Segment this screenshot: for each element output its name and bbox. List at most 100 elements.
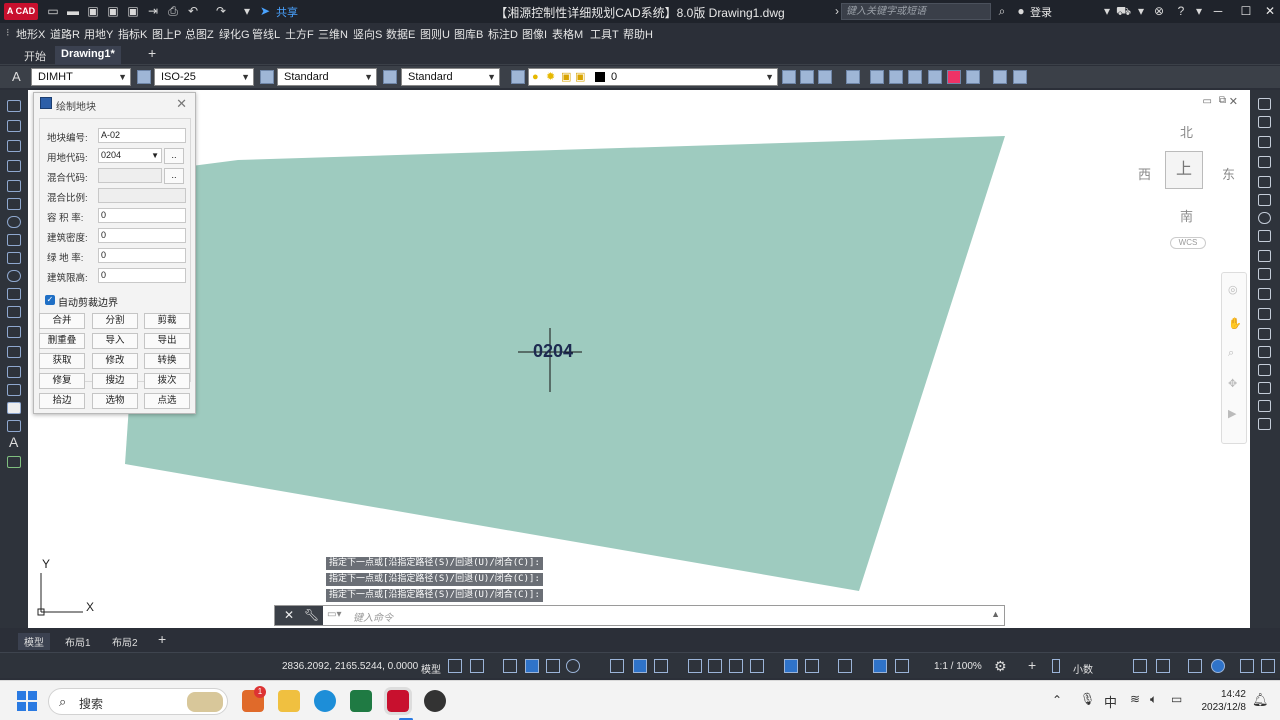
- select-object-button[interactable]: 选物: [92, 393, 138, 409]
- pdf-icon[interactable]: [947, 70, 961, 84]
- 3d-osnap-icon[interactable]: [729, 659, 743, 673]
- system-clock[interactable]: 14:42 2023/12/8: [1198, 688, 1247, 714]
- menu-item[interactable]: 帮助H: [623, 26, 653, 42]
- close-icon[interactable]: ✕: [284, 608, 294, 622]
- block-icon[interactable]: [846, 70, 860, 84]
- print-icon[interactable]: ⎙: [166, 4, 180, 18]
- far-input[interactable]: 0: [98, 208, 186, 223]
- share-icon[interactable]: ➤: [258, 4, 272, 18]
- layer-tool-icon[interactable]: [782, 70, 796, 84]
- menu-item[interactable]: 图上P: [152, 26, 181, 42]
- windows-start-icon[interactable]: [17, 691, 37, 711]
- quick-properties-icon[interactable]: [1133, 659, 1147, 673]
- transparency-icon[interactable]: [688, 659, 702, 673]
- login-link[interactable]: 登录: [1030, 4, 1052, 20]
- publish-icon[interactable]: [1013, 70, 1027, 84]
- screen-recorder-icon[interactable]: [424, 690, 446, 712]
- units-select[interactable]: 小数: [1073, 661, 1093, 676]
- dynamic-input-icon[interactable]: [503, 659, 517, 673]
- menu-item[interactable]: 图库B: [454, 26, 483, 42]
- arc-icon[interactable]: [7, 198, 21, 210]
- pick-edge-button[interactable]: 拾边: [39, 393, 85, 409]
- dim-icon[interactable]: [137, 70, 151, 84]
- add-layout-button[interactable]: +: [158, 631, 166, 647]
- dim-style-select[interactable]: DIMHT ▼: [31, 68, 131, 86]
- recent-commands-icon[interactable]: ▭▾: [327, 609, 341, 620]
- annotation-visibility-icon[interactable]: [838, 659, 852, 673]
- auto-clip-checkbox[interactable]: ✓: [45, 295, 55, 305]
- open-file-icon[interactable]: ▬: [66, 4, 80, 18]
- gear-icon[interactable]: ⚙: [994, 658, 1007, 675]
- object-snap-tracking-icon[interactable]: [610, 659, 624, 673]
- viewport-restore-icon[interactable]: ⧉: [1219, 95, 1226, 106]
- annotation-scale-icon[interactable]: [873, 659, 887, 673]
- units-icon[interactable]: [1052, 659, 1060, 673]
- hatch-icon[interactable]: [7, 366, 21, 378]
- ortho-icon[interactable]: [525, 659, 539, 673]
- save-web-icon[interactable]: ▣: [126, 4, 140, 18]
- notification-bell-icon[interactable]: 🔔︎: [1252, 692, 1269, 708]
- chevron-up-icon[interactable]: ⌃: [1052, 693, 1062, 707]
- pan-icon[interactable]: ✋: [1228, 317, 1242, 330]
- text-style-icon[interactable]: A: [12, 69, 21, 84]
- maximize-icon[interactable]: ☐: [1238, 3, 1254, 19]
- customization-icon[interactable]: [1188, 659, 1202, 673]
- clip-button[interactable]: 剪裁: [144, 313, 190, 329]
- orbit-icon[interactable]: ✥: [1228, 377, 1237, 390]
- battery-icon[interactable]: ▭: [1171, 692, 1182, 706]
- dynamic-ucs-icon[interactable]: [750, 659, 764, 673]
- polar-icon[interactable]: [546, 659, 560, 673]
- redo-icon[interactable]: ↷: [214, 4, 228, 18]
- ime-indicator[interactable]: 中: [1104, 692, 1117, 711]
- chevron-up-icon[interactable]: ▲: [991, 609, 1000, 619]
- showmotion-icon[interactable]: ▶: [1228, 407, 1236, 420]
- file-explorer-icon[interactable]: [278, 690, 300, 712]
- lineweight-icon[interactable]: [654, 659, 668, 673]
- building-density-input[interactable]: 0: [98, 228, 186, 243]
- table-style-select[interactable]: Standard ▼: [401, 68, 500, 86]
- circle-icon[interactable]: [7, 216, 21, 228]
- remove-overlap-button[interactable]: 删重叠: [39, 333, 85, 349]
- compass-west[interactable]: 西: [1138, 164, 1151, 183]
- insert-block-icon[interactable]: [7, 306, 21, 318]
- add-selected-icon[interactable]: [7, 456, 21, 468]
- dropdown-icon[interactable]: ▾: [1192, 4, 1206, 18]
- tab-start[interactable]: 开始: [18, 46, 52, 65]
- image-icon[interactable]: [966, 70, 980, 84]
- help-search-input[interactable]: 键入关键字或短语: [841, 3, 991, 20]
- table-style-icon[interactable]: [260, 70, 274, 84]
- coordinates-readout[interactable]: 2836.2092, 2165.5244, 0.0000: [282, 661, 418, 672]
- dropdown-icon[interactable]: ▾: [1134, 4, 1148, 18]
- compass-east[interactable]: 东: [1222, 164, 1235, 183]
- dropdown-icon[interactable]: ▾: [240, 4, 254, 18]
- spline-icon[interactable]: [7, 252, 21, 264]
- rotate-icon[interactable]: [1258, 212, 1271, 224]
- tab-model[interactable]: 模型: [18, 633, 50, 650]
- mirror-icon[interactable]: [1258, 136, 1271, 148]
- dropdown-icon[interactable]: ▾: [1100, 4, 1114, 18]
- copy-icon[interactable]: [1258, 116, 1271, 128]
- menu-item[interactable]: 道路R: [50, 26, 80, 42]
- scale-icon[interactable]: [1258, 230, 1271, 242]
- object-snap-icon[interactable]: [633, 659, 647, 673]
- menu-item[interactable]: 工具T: [590, 26, 619, 42]
- offset-icon[interactable]: [1258, 156, 1271, 168]
- dwf-icon[interactable]: [908, 70, 922, 84]
- volume-icon[interactable]: 🔈︎: [1150, 692, 1157, 707]
- share-label[interactable]: 共享: [276, 4, 298, 20]
- plot-icon[interactable]: [928, 70, 942, 84]
- tab-layout2[interactable]: 布局2: [112, 634, 138, 649]
- save-as-icon[interactable]: ▣: [106, 4, 120, 18]
- chamfer-icon[interactable]: [1258, 364, 1271, 376]
- menu-item[interactable]: 绿化G: [219, 26, 250, 42]
- taskbar-search[interactable]: ⌕ 搜索: [48, 688, 228, 715]
- join-icon[interactable]: [1258, 346, 1271, 358]
- make-block-icon[interactable]: [7, 326, 21, 338]
- viewport-minimize-icon[interactable]: ▭: [1203, 96, 1212, 107]
- undo-icon[interactable]: ↶: [186, 4, 200, 18]
- cart-icon[interactable]: ⛟: [1116, 4, 1131, 18]
- region-icon[interactable]: [7, 402, 21, 414]
- pick-point-button[interactable]: 点选: [144, 393, 190, 409]
- fillet-icon[interactable]: [1258, 382, 1271, 394]
- menu-item[interactable]: 数据E: [386, 26, 415, 42]
